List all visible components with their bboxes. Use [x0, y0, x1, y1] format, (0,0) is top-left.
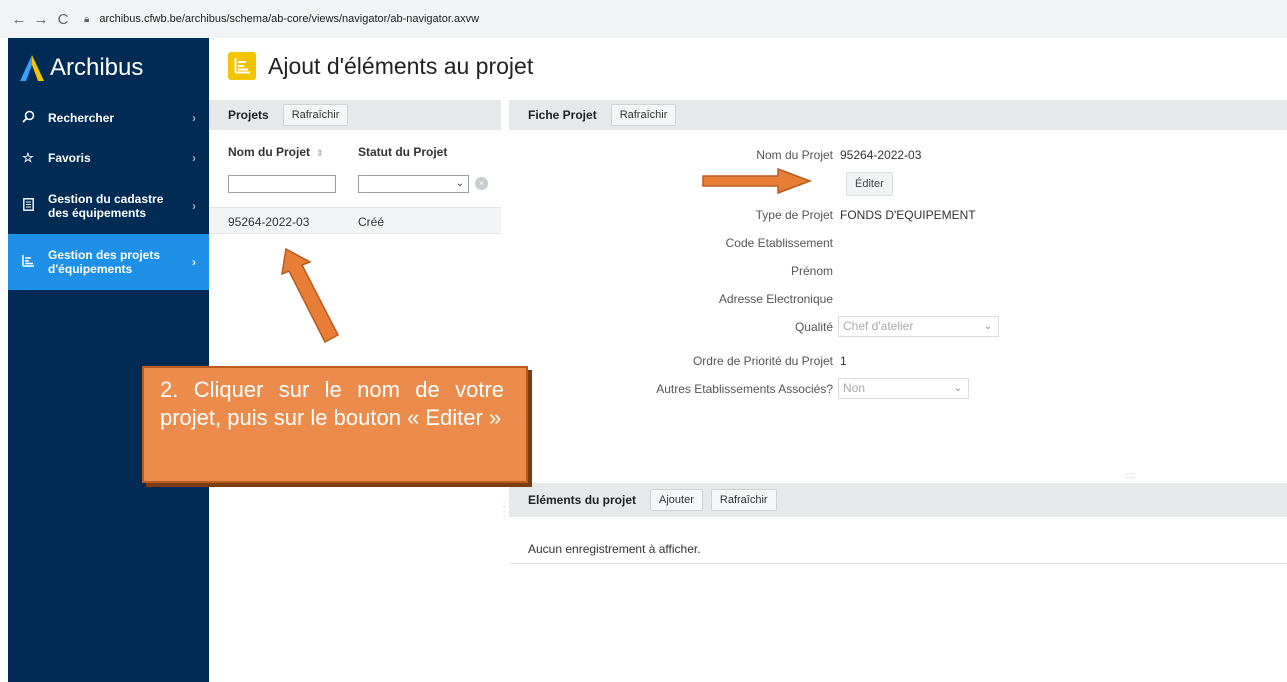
callout-text: 2. Cliquer sur le nom de votre projet, p…	[160, 377, 504, 430]
arrow-right-icon	[702, 167, 813, 195]
annotation-overlay	[281, 167, 813, 344]
instruction-callout: 2. Cliquer sur le nom de votre projet, p…	[142, 366, 528, 483]
arrow-up-icon	[281, 247, 340, 344]
